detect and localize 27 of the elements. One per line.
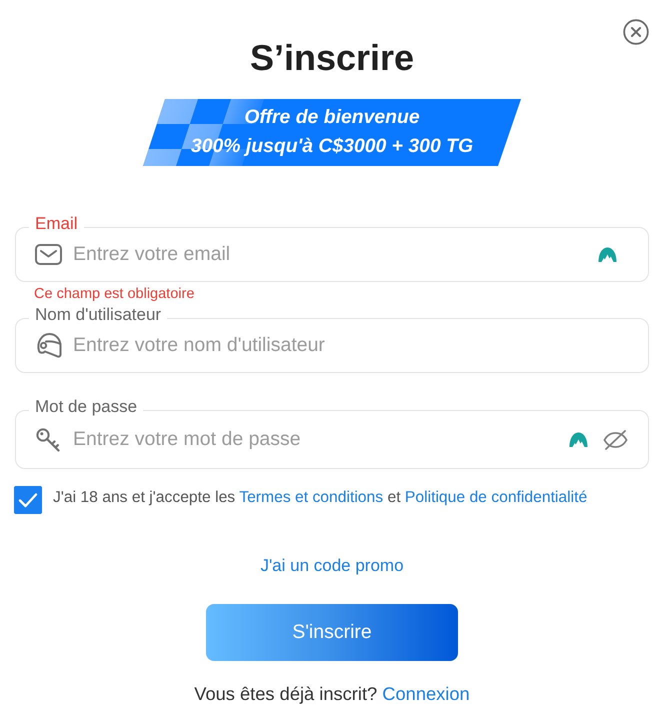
banner-title: Offre de bienvenue — [244, 105, 420, 130]
helmet-icon — [35, 332, 62, 359]
check-icon — [18, 492, 38, 508]
email-field[interactable]: Email Entrez votre email — [15, 215, 649, 282]
email-input[interactable]: Entrez votre email — [73, 243, 590, 266]
username-input[interactable]: Entrez votre nom d'utilisateur — [73, 334, 628, 357]
key-icon — [36, 428, 61, 452]
consent-text: J'ai 18 ans et j'accepte les Termes et conditions et Politique de confidentialité — [53, 489, 588, 507]
signup-button[interactable]: S'inscrire — [206, 604, 458, 661]
consent-link[interactable]: Termes et conditions — [239, 489, 384, 506]
login-link[interactable]: Connexion — [382, 683, 470, 704]
username-field[interactable]: Nom d'utilisateur Entrez votre nom d'utilisateur — [15, 306, 649, 373]
envelope-icon — [35, 244, 62, 265]
consent-checkbox[interactable] — [14, 486, 42, 514]
dome-icon[interactable] — [598, 247, 617, 262]
password-input[interactable]: Entrez votre mot de passe — [73, 428, 561, 451]
eye-off-icon[interactable] — [603, 430, 628, 450]
promo-code-link[interactable]: J'ai un code promo — [260, 556, 404, 575]
consent-link[interactable]: Politique de confidentialité — [404, 489, 588, 506]
close-icon[interactable] — [623, 19, 649, 45]
login-prompt: Vous êtes déjà inscrit? Connexion — [194, 683, 470, 704]
error-message: Ce champ est obligatoire — [34, 286, 194, 302]
dome-icon[interactable] — [569, 432, 588, 447]
field-label: Mot de passe — [29, 398, 144, 416]
signup-title: S’inscrire — [248, 38, 416, 78]
banner-subtitle: 300% jusqu'à C$3000 + 300 TG — [190, 134, 474, 159]
password-field[interactable]: Mot de passe Entrez votre mot de passe — [15, 398, 649, 469]
